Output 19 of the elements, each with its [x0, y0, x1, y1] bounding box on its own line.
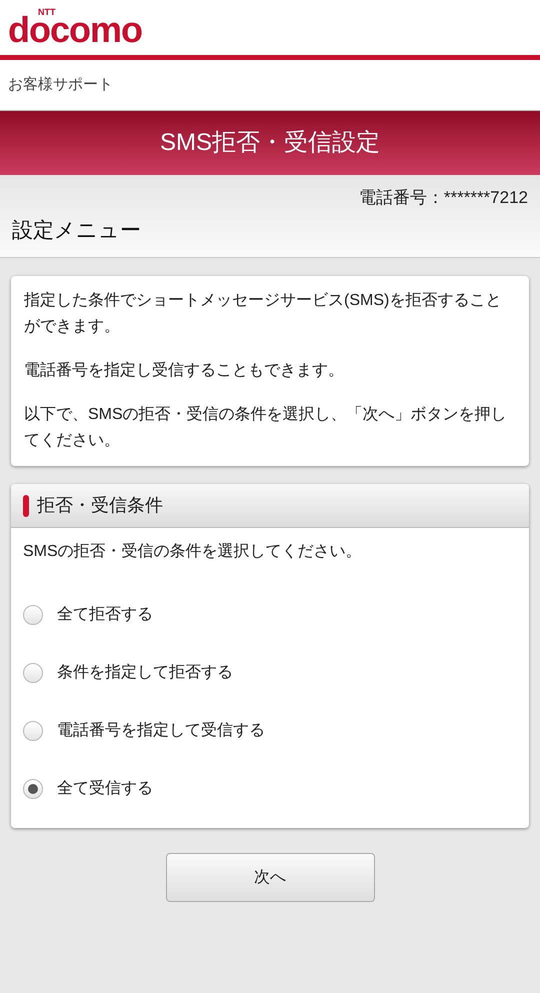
breadcrumb-link[interactable]: お客様サポート	[8, 74, 113, 96]
radio-option[interactable]: 全て受信する	[23, 760, 517, 818]
radio-button[interactable]	[23, 663, 43, 683]
page-title: SMS拒否・受信設定	[160, 128, 380, 158]
accent-bar-icon	[23, 494, 29, 516]
info-text: 電話番号を指定し受信することもできます。	[24, 360, 345, 381]
radio-button[interactable]	[23, 779, 43, 799]
card-title: 拒否・受信条件	[37, 494, 163, 517]
radio-option[interactable]: 条件を指定して拒否する	[23, 644, 517, 702]
info-text: 指定した条件でショートメッセージサービス(SMS)を拒否することができます。	[24, 290, 502, 337]
radio-option[interactable]: 全て拒否する	[23, 586, 517, 644]
section-heading: 設定メニュー	[12, 218, 142, 244]
phone-number: 電話番号：*******7212	[358, 188, 528, 207]
info-text: 以下で、SMSの拒否・受信の条件を選択し、「次へ」ボタンを押してください。	[24, 404, 508, 451]
next-button[interactable]: 次へ	[166, 853, 374, 902]
radio-button[interactable]	[23, 605, 43, 625]
instruction-text: SMSの拒否・受信の条件を選択してください。	[23, 542, 363, 562]
radio-button[interactable]	[23, 721, 43, 741]
radio-option[interactable]: 電話番号を指定して受信する	[23, 702, 517, 760]
